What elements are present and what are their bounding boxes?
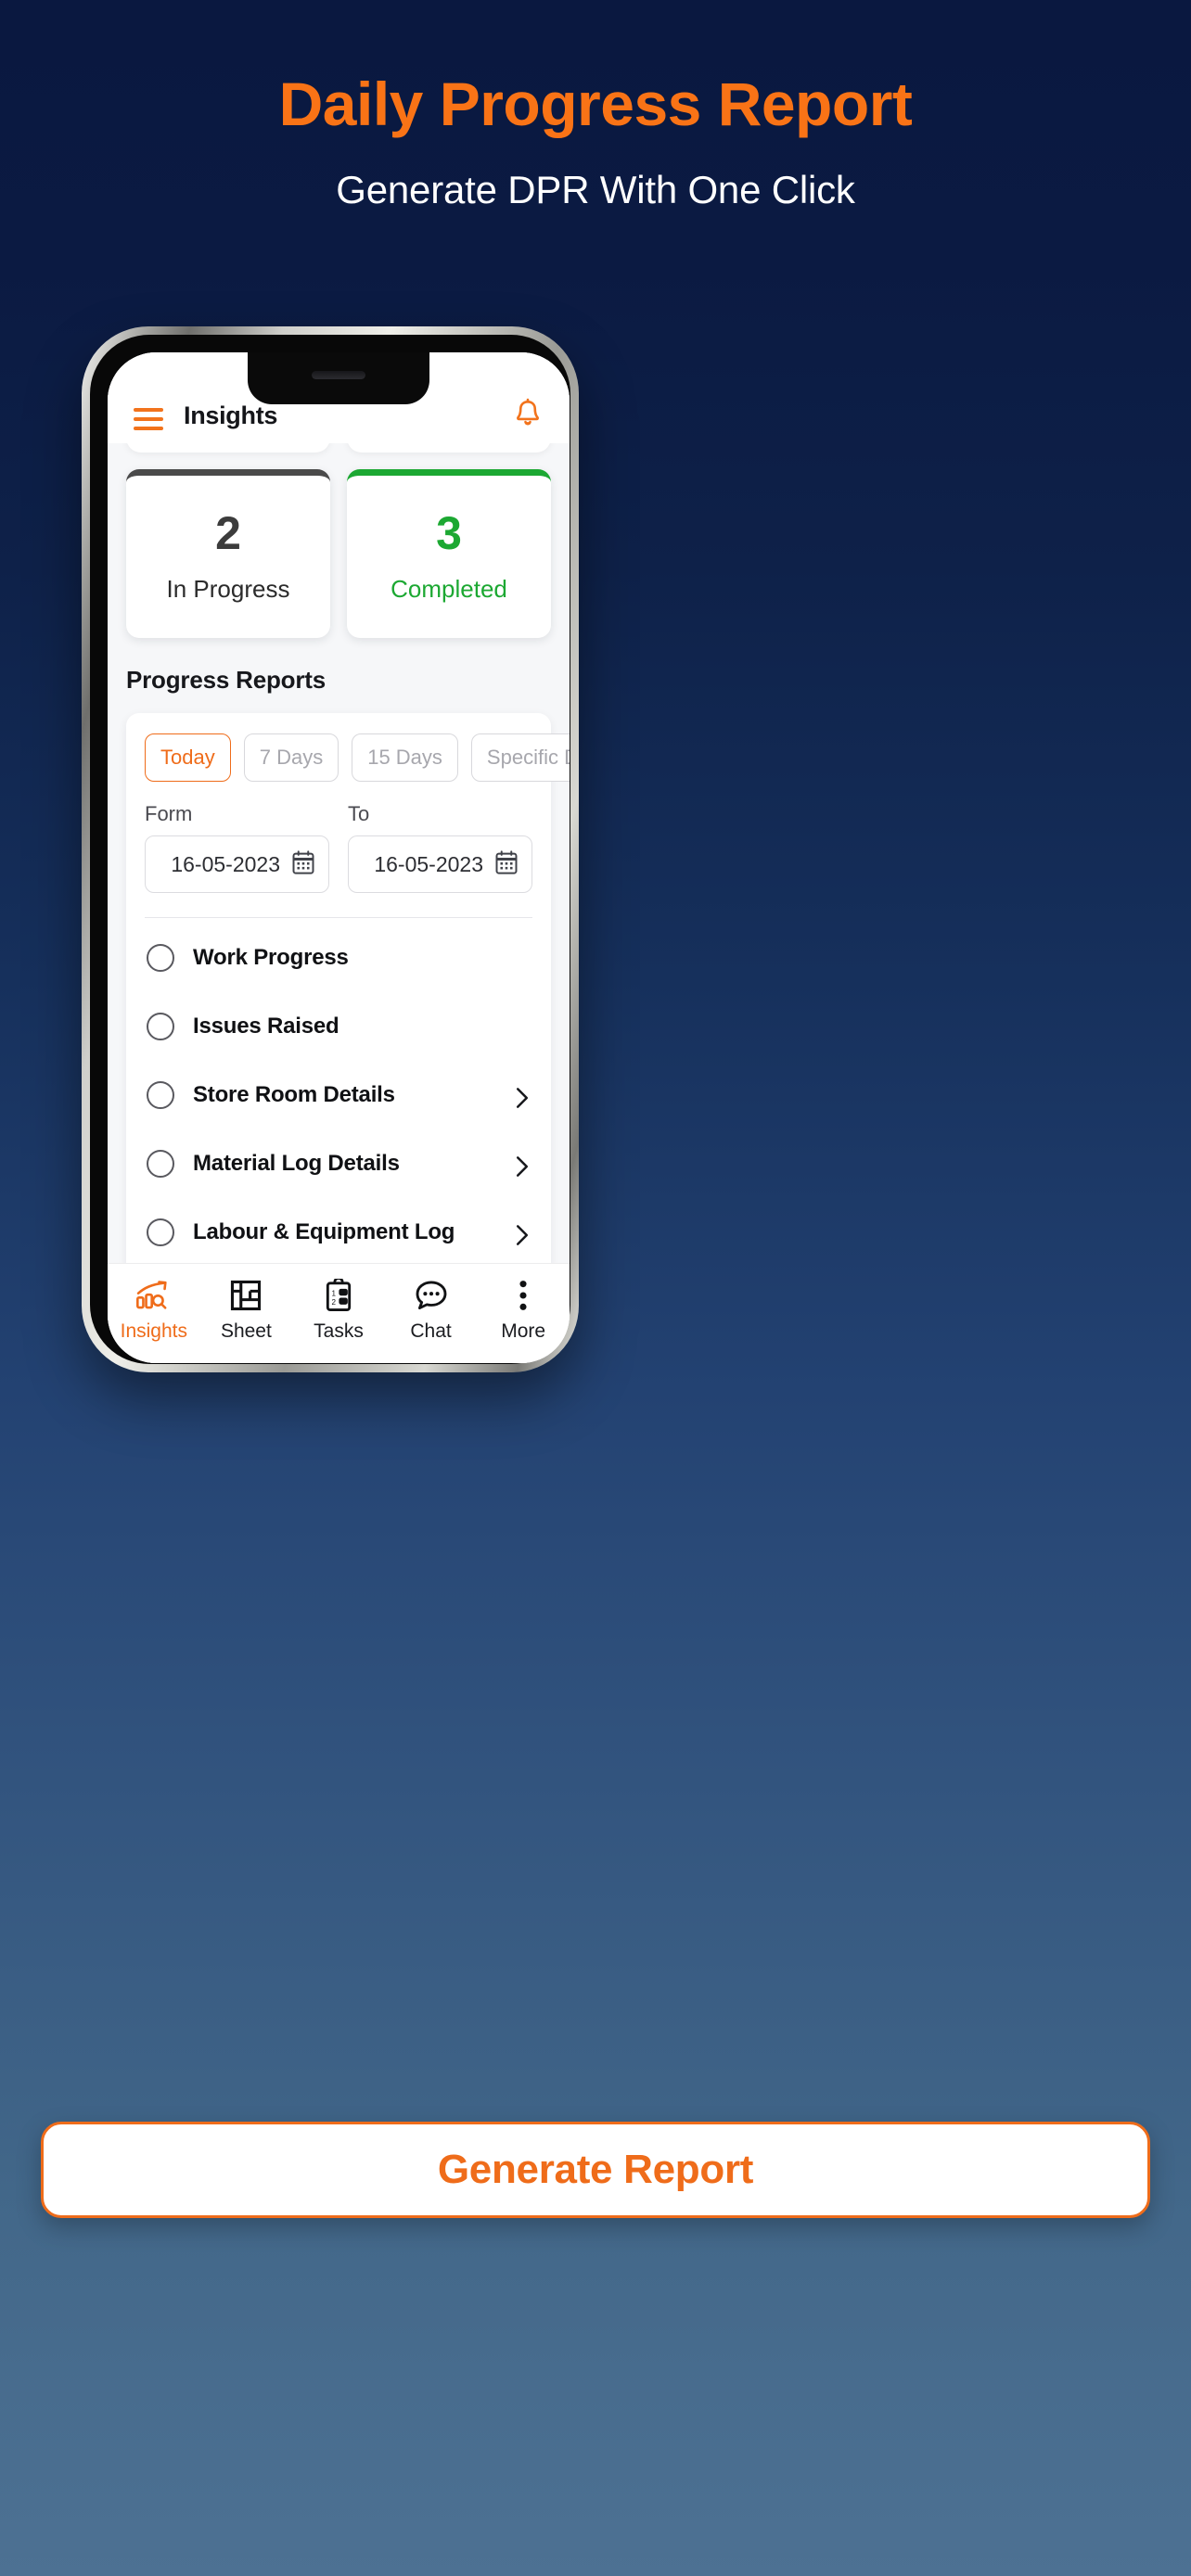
nav-label: Chat [410,1320,452,1342]
promo-title: Daily Progress Report [278,70,913,138]
page-title: Insights [184,402,278,429]
generate-report-button[interactable]: Generate Report [41,2122,1150,2218]
option-label: Work Progress [193,945,349,971]
bell-icon[interactable] [512,397,544,430]
stat-card-in-progress[interactable]: 2 In Progress [126,469,330,638]
nav-item-insights[interactable]: Insights [108,1278,200,1343]
bar-chart-trend-icon [135,1278,173,1313]
stat-cards: 2 In Progress 3 Completed [119,456,558,638]
option-labour-equipment-log[interactable]: Labour & Equipment Log [145,1198,532,1263]
chip-today[interactable]: Today [145,733,231,782]
bottom-navigation: Insights Sheet 1 2 Tasks Chat More [108,1263,570,1363]
date-range-inputs: Form 16-05-2023 To 16-05-2023 [145,802,532,893]
app-viewport: Insights 2 In Progress 3 Completed Progr… [108,352,570,1363]
stat-value: 3 [436,507,462,559]
date-to-input[interactable]: 16-05-2023 [348,835,532,893]
device-frame: Insights 2 In Progress 3 Completed Progr… [82,326,579,1372]
promo-header: Daily Progress Report Generate DPR With … [0,0,1191,212]
clipboard-list-icon: 1 2 [324,1278,353,1313]
stat-value: 2 [215,507,241,559]
option-label: Issues Raised [193,1014,339,1039]
option-label: Labour & Equipment Log [193,1219,455,1245]
device-screen: Insights 2 In Progress 3 Completed Progr… [108,352,570,1363]
radio-icon[interactable] [147,1218,174,1247]
section-title: Progress Reports [126,666,326,694]
dots-vertical-icon [517,1278,530,1313]
stat-label: Completed [391,575,507,603]
date-to-value: 16-05-2023 [374,851,483,876]
calendar-icon[interactable] [494,849,519,880]
scroll-content[interactable]: 2 In Progress 3 Completed Progress Repor… [108,443,570,1263]
radio-icon[interactable] [147,1081,174,1110]
chip-7-days[interactable]: 7 Days [243,733,339,782]
nav-item-sheet[interactable]: Sheet [200,1278,293,1343]
date-from-input[interactable]: 16-05-2023 [145,835,329,893]
option-issues-raised[interactable]: Issues Raised [145,992,532,1061]
svg-text:2: 2 [331,1297,336,1306]
stat-card-completed[interactable]: 3 Completed [347,469,551,638]
generate-report-label: Generate Report [437,2147,754,2192]
chip-15-days[interactable]: 15 Days [352,733,458,782]
chip-specific-date[interactable]: Specific Date [470,733,570,782]
chevron-right-icon[interactable] [514,1224,531,1246]
chat-bubble-icon [415,1278,448,1313]
hamburger-icon[interactable] [134,408,163,430]
date-to-label: To [348,802,370,825]
nav-label: Tasks [314,1320,364,1342]
floor-plan-icon [230,1278,262,1313]
chevron-right-icon[interactable] [514,1155,531,1178]
chevron-right-icon[interactable] [514,1087,531,1109]
option-store-room-details[interactable]: Store Room Details [145,1061,532,1129]
svg-text:1: 1 [331,1289,336,1297]
option-work-progress[interactable]: Work Progress [145,924,532,992]
partial-cards-above [119,443,558,456]
nav-item-tasks[interactable]: 1 2 Tasks [292,1278,385,1343]
date-from-label: Form [145,802,193,825]
date-range-chips: Today 7 Days 15 Days Specific Date [145,733,570,782]
notch [248,352,429,404]
calendar-icon[interactable] [291,849,315,880]
nav-label: More [501,1320,546,1342]
option-label: Material Log Details [193,1151,400,1177]
panel-divider [145,917,532,919]
radio-icon[interactable] [147,1150,174,1179]
earpiece-speaker [312,371,365,379]
nav-label: Insights [120,1320,187,1342]
nav-item-more[interactable]: More [477,1278,570,1343]
promo-subtitle: Generate DPR With One Click [336,168,855,212]
report-filter-panel: Today 7 Days 15 Days Specific Date Form [126,713,570,1263]
option-material-log-details[interactable]: Material Log Details [145,1129,532,1198]
radio-icon[interactable] [147,1013,174,1041]
nav-label: Sheet [220,1320,272,1342]
phone-mockup: Insights 2 In Progress 3 Completed Progr… [82,326,1109,1372]
date-from-value: 16-05-2023 [171,851,280,876]
radio-icon[interactable] [147,944,174,973]
stat-label: In Progress [166,575,290,603]
option-label: Store Room Details [193,1082,395,1108]
nav-item-chat[interactable]: Chat [385,1278,478,1343]
